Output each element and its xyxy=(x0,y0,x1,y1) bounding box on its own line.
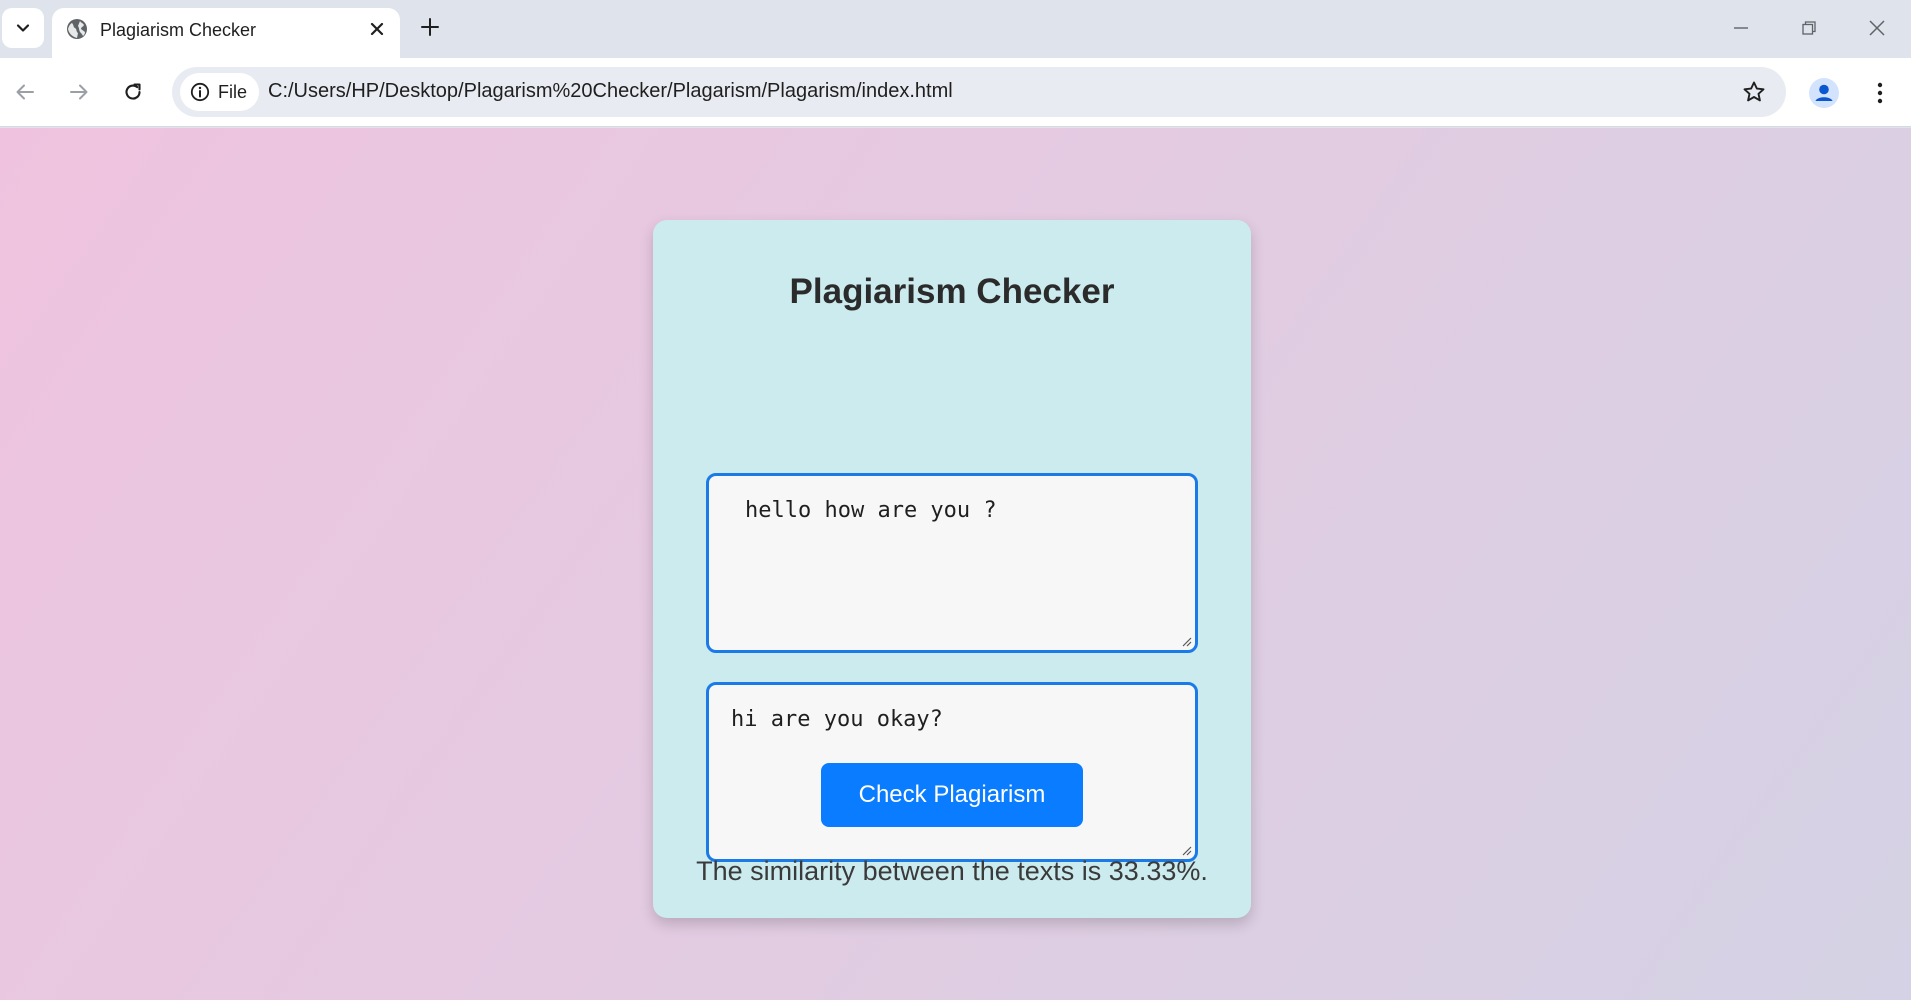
forward-arrow-icon xyxy=(70,84,88,100)
bookmark-button[interactable] xyxy=(1738,76,1770,108)
minimize-button[interactable] xyxy=(1713,8,1769,48)
close-icon xyxy=(370,22,384,36)
info-icon xyxy=(190,82,210,102)
close-window-button[interactable] xyxy=(1849,8,1905,48)
tab-close-button[interactable] xyxy=(362,14,392,44)
url-text[interactable]: C:/Users/HP/Desktop/Plagarism%20Checker/… xyxy=(268,80,953,103)
restore-button[interactable] xyxy=(1781,8,1837,48)
star-icon xyxy=(1743,81,1765,102)
site-chip-label: File xyxy=(218,81,248,102)
site-info-chip[interactable]: File xyxy=(180,73,260,111)
chevron-down-icon xyxy=(16,24,30,32)
kebab-menu-icon xyxy=(1877,82,1883,104)
reload-icon xyxy=(125,83,141,100)
text-input-2-value: hi are you okay? xyxy=(731,707,943,732)
tab-search-button[interactable] xyxy=(2,8,44,48)
text-input-1-value: hello how are you ? xyxy=(745,498,997,523)
minimize-icon xyxy=(1734,27,1748,29)
back-arrow-icon xyxy=(16,84,34,100)
browser-menu-button[interactable] xyxy=(1860,73,1900,113)
tab-strip: Plagiarism Checker xyxy=(0,0,1911,58)
address-bar[interactable]: File C:/Users/HP/Desktop/Plagarism%20Che… xyxy=(172,67,1786,117)
profile-icon xyxy=(1809,78,1839,108)
forward-button[interactable] xyxy=(57,70,101,114)
plus-icon xyxy=(421,18,439,36)
resize-handle-icon[interactable] xyxy=(1180,844,1192,856)
text-input-1[interactable]: hello how are you ? xyxy=(706,473,1198,653)
check-plagiarism-button[interactable]: Check Plagiarism xyxy=(821,763,1083,827)
page-viewport: Plagiarism Checker hello how are you ? h… xyxy=(0,128,1911,1000)
close-icon xyxy=(1869,20,1885,36)
resize-handle-icon[interactable] xyxy=(1180,635,1192,647)
similarity-result: The similarity between the texts is 33.3… xyxy=(696,856,1208,886)
tab-active[interactable]: Plagiarism Checker xyxy=(52,8,400,58)
profile-button[interactable] xyxy=(1804,73,1844,113)
restore-icon xyxy=(1802,21,1816,35)
globe-icon xyxy=(67,19,87,39)
tab-title: Plagiarism Checker xyxy=(100,20,257,40)
reload-button[interactable] xyxy=(111,70,155,114)
back-button[interactable] xyxy=(3,70,47,114)
new-tab-button[interactable] xyxy=(412,9,448,45)
browser-toolbar: File C:/Users/HP/Desktop/Plagarism%20Che… xyxy=(0,58,1911,127)
checker-card: Plagiarism Checker hello how are you ? h… xyxy=(653,220,1251,918)
page-title: Plagiarism Checker xyxy=(789,272,1115,311)
